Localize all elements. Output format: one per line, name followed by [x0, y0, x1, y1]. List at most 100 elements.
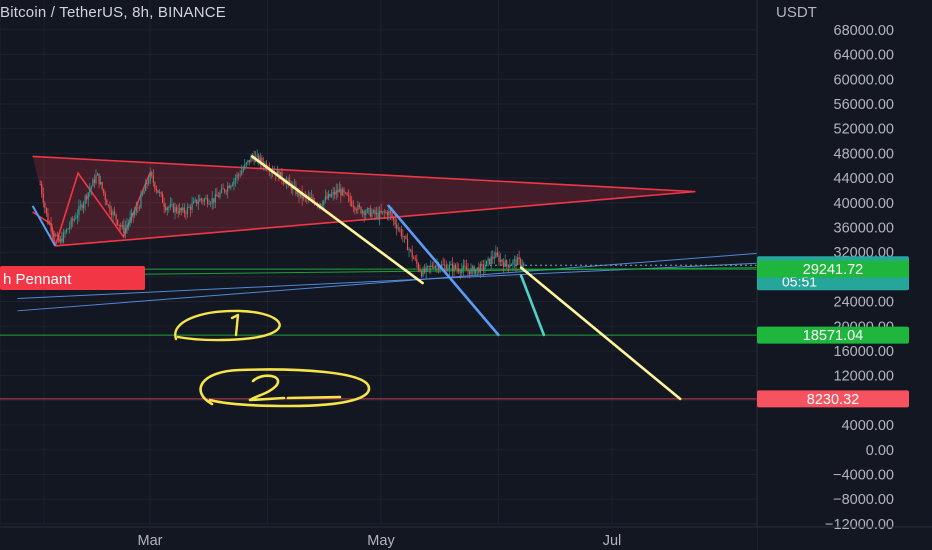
candle-body: [138, 207, 140, 209]
time-tick-label: Mar: [138, 533, 163, 549]
candle-body: [399, 228, 401, 230]
candle-body: [186, 207, 189, 214]
candle-body: [109, 204, 111, 212]
candle-body: [123, 225, 125, 234]
candle-body: [118, 224, 120, 226]
candle-body: [414, 258, 416, 260]
candle-body: [346, 192, 348, 196]
candle-body: [340, 188, 342, 196]
candle-body: [75, 217, 77, 219]
candle-body: [53, 233, 55, 237]
candle-body: [518, 257, 520, 260]
candle-body: [222, 188, 224, 190]
candle-body: [124, 227, 127, 234]
candle-body: [349, 196, 351, 202]
candle-body: [248, 160, 251, 163]
candle-body: [141, 193, 144, 196]
candle-body: [456, 268, 458, 270]
candle-body: [499, 259, 502, 262]
projection-line-yellow-3: [519, 266, 682, 401]
candle-body: [498, 255, 500, 262]
marker-1: 1: [174, 309, 281, 342]
candle-body: [175, 207, 178, 212]
candle-body: [42, 194, 44, 204]
candle-body: [372, 210, 375, 213]
candle-body: [154, 182, 156, 189]
candle-body: [92, 179, 94, 187]
candle-body: [131, 213, 133, 218]
candle-body: [465, 266, 468, 270]
price-tick-label: 4000.00: [842, 418, 894, 434]
candle-body: [237, 174, 240, 176]
candle-body: [134, 211, 136, 216]
candle-body: [137, 207, 139, 209]
candle-body: [183, 207, 185, 214]
candle-body: [174, 207, 176, 213]
candle-body: [50, 224, 52, 232]
candle-body: [61, 238, 63, 243]
candle-body: [244, 164, 246, 169]
candle-body: [84, 196, 86, 204]
candle-body: [389, 210, 392, 214]
candle-body: [100, 182, 102, 185]
candle-body: [320, 203, 322, 206]
candle-body: [450, 263, 452, 265]
candle-body: [425, 266, 427, 273]
price-chart[interactable]: 12h Pennant68000.0064000.0060000.0056000…: [0, 0, 932, 550]
candle-body: [127, 223, 130, 226]
candle-body: [106, 199, 108, 205]
candle-body: [487, 258, 489, 261]
candle-body: [64, 232, 66, 234]
candle-body: [445, 265, 447, 271]
candle-body: [70, 219, 72, 227]
candle-body: [230, 185, 232, 189]
candle-body: [388, 210, 390, 216]
candle-body: [451, 263, 454, 271]
candle-body: [501, 259, 503, 263]
candle-body: [191, 203, 193, 210]
candle-body: [337, 190, 339, 193]
candle-body: [479, 264, 481, 273]
candle-body: [485, 260, 488, 267]
candle-body: [55, 234, 57, 237]
candle-body: [417, 263, 419, 270]
candle-body: [225, 191, 227, 193]
candle-body: [157, 190, 159, 193]
candle-body: [160, 192, 162, 195]
candle-body: [461, 269, 463, 273]
candle-body: [392, 217, 395, 220]
candle-body: [509, 265, 511, 268]
candle-body: [65, 229, 68, 233]
candle-body: [484, 266, 486, 270]
pattern-label: h Pennant: [0, 266, 145, 290]
currency-label: USDT: [776, 4, 817, 21]
candle-body: [48, 223, 51, 225]
candle-body: [411, 250, 413, 258]
candle-body: [397, 228, 399, 230]
candle-body: [490, 256, 492, 265]
candle-body: [126, 225, 128, 228]
candle-body: [459, 271, 461, 273]
candle-body: [348, 195, 350, 197]
candle-body: [448, 264, 450, 269]
candle-body: [453, 264, 455, 271]
candle-body: [86, 196, 88, 200]
candle-body: [193, 201, 195, 204]
candle-body: [182, 207, 184, 211]
candle-body: [205, 198, 207, 200]
candle-body: [495, 252, 497, 258]
candle-body: [374, 210, 376, 215]
candle-body: [366, 208, 368, 213]
candle-body: [165, 207, 167, 211]
candle-body: [179, 208, 181, 214]
candle-body: [492, 256, 494, 259]
badge-level-1-text: 29241.72: [803, 262, 863, 278]
candle-body: [169, 204, 171, 208]
candle-body: [324, 196, 326, 201]
candle-body: [256, 155, 258, 157]
candle-body: [67, 228, 69, 230]
candle-body: [98, 173, 100, 185]
candle-body: [148, 180, 150, 184]
candle-body: [163, 203, 165, 208]
candle-body: [468, 270, 471, 274]
